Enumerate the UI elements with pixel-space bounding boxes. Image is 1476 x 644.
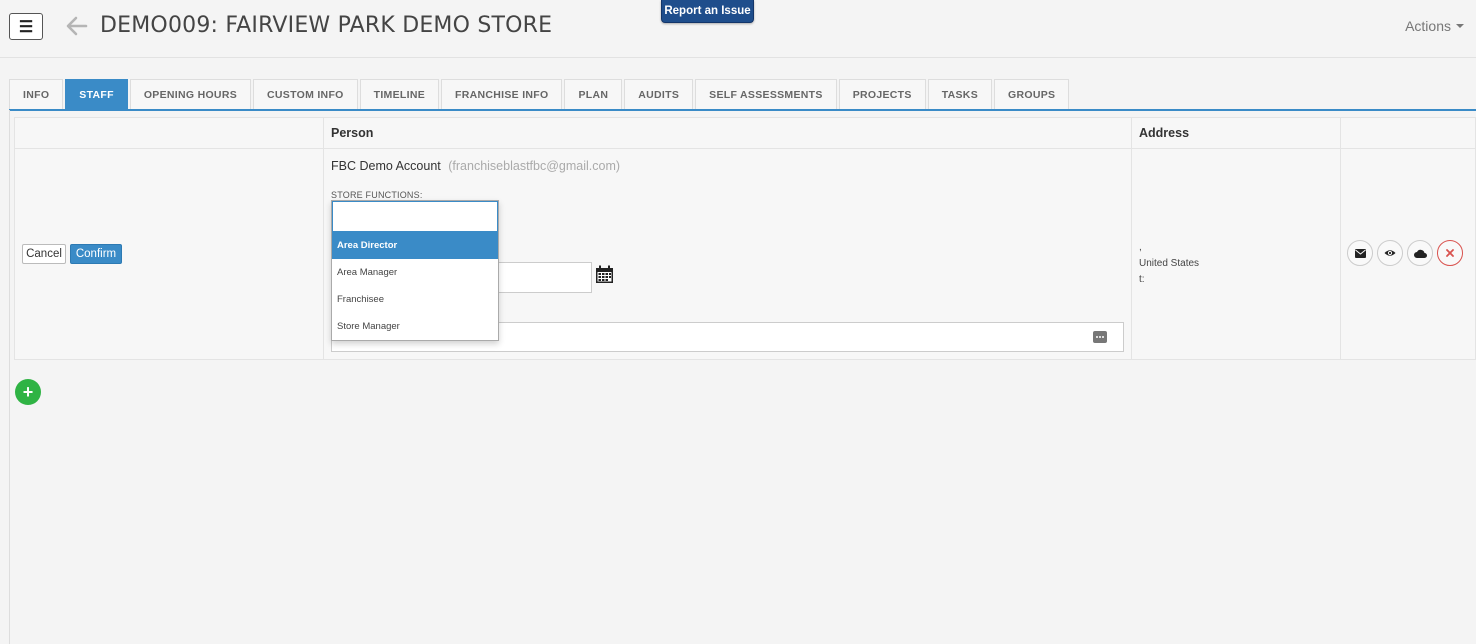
dropdown-option-franchisee[interactable]: Franchisee <box>332 286 498 313</box>
column-header-person: Person <box>323 117 1132 149</box>
column-header-tools <box>1340 117 1476 149</box>
envelope-icon <box>1354 248 1366 258</box>
tab-tasks[interactable]: TASKS <box>927 79 992 110</box>
arrow-left-icon[interactable] <box>64 12 90 40</box>
tab-self-assessments[interactable]: SELF ASSESSMENTS <box>695 79 837 110</box>
tab-opening-hours[interactable]: OPENING HOURS <box>129 79 252 110</box>
tab-custom-info[interactable]: CUSTOM INFO <box>253 79 358 110</box>
row-icon-buttons <box>1347 240 1463 266</box>
hamburger-menu-button[interactable]: ☰ <box>9 13 43 40</box>
tab-franchise-info[interactable]: FRANCHISE INFO <box>441 79 563 110</box>
eye-icon <box>1384 250 1396 256</box>
tab-bar: INFO STAFF OPENING HOURS CUSTOM INFO TIM… <box>9 79 1071 110</box>
calendar-icon[interactable] <box>595 265 614 284</box>
store-functions-search-input[interactable] <box>332 201 498 232</box>
add-staff-button[interactable]: + <box>15 379 41 405</box>
cancel-button[interactable]: Cancel <box>22 244 66 264</box>
tab-groups[interactable]: GROUPS <box>994 79 1070 110</box>
row-actions-cell: Cancel Confirm <box>14 148 324 360</box>
tabs-underline <box>9 109 1476 111</box>
cloud-icon <box>1413 249 1427 258</box>
close-icon <box>1446 249 1454 257</box>
person-email: (franchiseblastfbc@gmail.com) <box>448 159 621 173</box>
actions-label: Actions <box>1405 18 1451 34</box>
tab-projects[interactable]: PROJECTS <box>838 79 926 110</box>
tab-audits[interactable]: AUDITS <box>624 79 694 110</box>
store-functions-dropdown: Area Director Area Manager Franchisee St… <box>331 200 499 341</box>
person-cell: FBC Demo Account (franchiseblastfbc@gmai… <box>323 148 1132 360</box>
tools-cell <box>1340 148 1476 360</box>
ellipsis-icon[interactable] <box>1093 331 1107 343</box>
top-bar: ☰ DEMO009: FAIRVIEW PARK DEMO STORE Repo… <box>0 0 1476 58</box>
address-cell: , United States t: <box>1131 148 1341 360</box>
email-button[interactable] <box>1347 240 1373 266</box>
dropdown-option-area-manager[interactable]: Area Manager <box>332 259 498 286</box>
table-row: Cancel Confirm FBC Demo Account (franchi… <box>14 148 1476 360</box>
confirm-button[interactable]: Confirm <box>70 244 122 264</box>
content-left-border <box>9 110 10 644</box>
tab-info[interactable]: INFO <box>9 79 64 110</box>
caret-down-icon <box>1456 24 1464 28</box>
page-title: DEMO009: FAIRVIEW PARK DEMO STORE <box>100 13 553 38</box>
plus-icon: + <box>22 382 34 402</box>
tab-plan[interactable]: PLAN <box>564 79 623 110</box>
hamburger-icon: ☰ <box>18 18 34 36</box>
person-name: FBC Demo Account <box>331 159 441 173</box>
report-issue-button[interactable]: Report an Issue <box>661 0 754 23</box>
table-header-row: Person Address <box>14 117 1476 149</box>
tab-staff[interactable]: STAFF <box>65 79 128 110</box>
address-block: , United States t: <box>1139 240 1199 288</box>
tab-timeline[interactable]: TIMELINE <box>359 79 440 110</box>
address-line-1: , <box>1139 242 1142 253</box>
cloud-button[interactable] <box>1407 240 1433 266</box>
dropdown-option-store-manager[interactable]: Store Manager <box>332 313 498 340</box>
staff-table: Person Address Cancel Confirm FBC Demo A… <box>14 117 1476 360</box>
person-info: FBC Demo Account (franchiseblastfbc@gmai… <box>331 159 620 173</box>
view-button[interactable] <box>1377 240 1403 266</box>
store-functions-label: STORE FUNCTIONS: <box>331 190 423 200</box>
column-header-actions <box>14 117 324 149</box>
actions-dropdown[interactable]: Actions <box>1405 18 1464 34</box>
column-header-address: Address <box>1131 117 1341 149</box>
address-country: United States <box>1139 258 1200 269</box>
remove-button[interactable] <box>1437 240 1463 266</box>
dropdown-option-area-director[interactable]: Area Director <box>332 232 498 259</box>
address-phone: t: <box>1139 274 1145 285</box>
